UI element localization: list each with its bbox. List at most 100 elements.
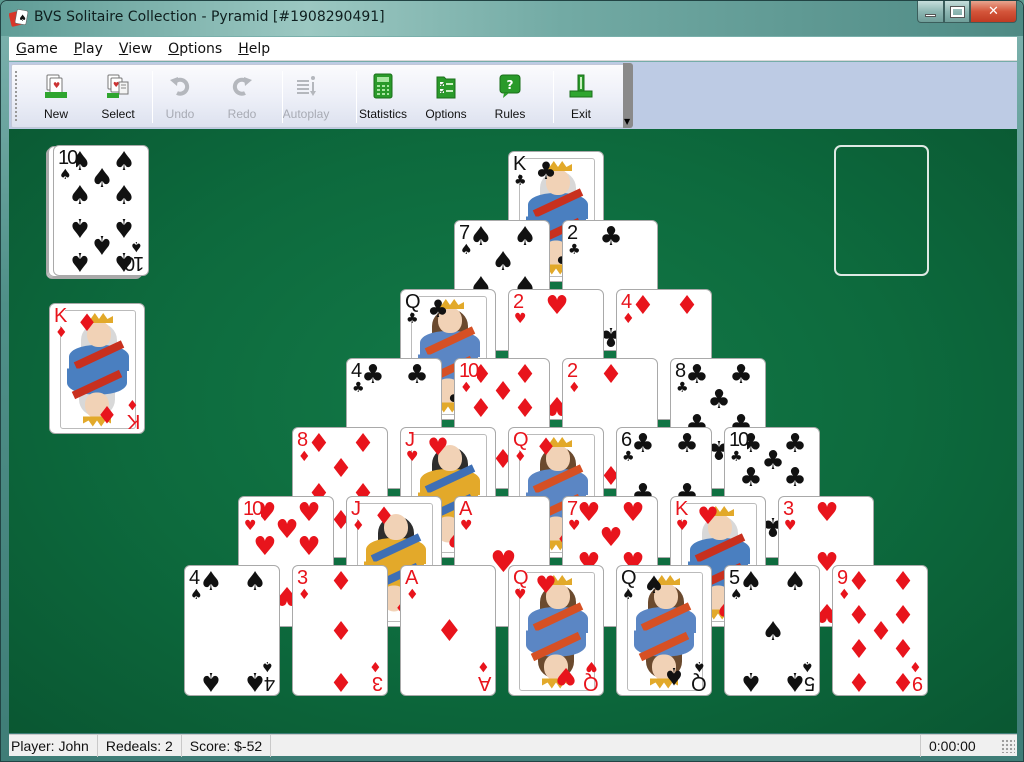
- exit-label: Exit: [570, 107, 591, 121]
- spades-icon: ♠: [190, 587, 203, 603]
- spades-pip-icon: ♠: [513, 221, 537, 252]
- redo-icon: [229, 73, 255, 99]
- card-rank: Q: [513, 429, 529, 451]
- spades-pip-icon: ♠: [643, 571, 665, 599]
- diamonds-icon: ♦: [369, 658, 382, 674]
- hearts-pip-icon: ♥: [815, 497, 839, 528]
- undo-icon: [167, 73, 193, 99]
- spades-icon: ♠: [261, 658, 274, 674]
- app-icon: ♠: [9, 9, 29, 27]
- options-icon: [433, 73, 459, 99]
- diamonds-pip-icon: ♦: [847, 666, 871, 696]
- menu-label: elp: [248, 40, 271, 57]
- rules-icon: ?: [497, 73, 523, 99]
- hearts-pip-icon: ♥: [427, 433, 449, 461]
- menu-accelerator: H: [238, 40, 249, 57]
- diamonds-pip-icon: ♦: [847, 632, 871, 663]
- diamonds-icon: ♦: [55, 325, 68, 341]
- menu-play[interactable]: Play: [73, 41, 104, 57]
- hearts-icon: ♥: [244, 518, 257, 534]
- minimize-icon: [925, 14, 936, 17]
- card-rank: 10: [58, 147, 78, 169]
- minimize-button[interactable]: [917, 1, 944, 23]
- spades-pip-icon: ♠: [491, 246, 515, 277]
- pyramid-card-r7-c2[interactable]: ♦ ♦ ♦ 3 ♦ 3 ♦: [292, 565, 388, 696]
- menu-label: iew: [128, 40, 153, 57]
- card-rank: 3: [373, 672, 383, 694]
- pyramid-card-r7-c3[interactable]: ♦ A ♦ A ♦: [400, 565, 496, 696]
- select-button[interactable]: ♥ Select: [88, 65, 148, 127]
- autoplay-icon: [293, 73, 319, 99]
- card-rank: 10: [459, 360, 479, 382]
- redo-button[interactable]: Redo: [212, 65, 272, 127]
- menu-label: lay: [82, 40, 103, 57]
- card-rank: 4: [621, 291, 632, 313]
- toolbar-separator: [282, 71, 283, 123]
- clubs-pip-icon: ♣: [729, 359, 753, 390]
- pyramid-card-r7-c4[interactable]: ♥ ♥ Q ♥ Q ♥: [508, 565, 604, 696]
- card-rank: 4: [265, 672, 275, 694]
- hearts-pip-icon: ♥: [599, 522, 623, 553]
- diamonds-pip-icon: ♦: [96, 400, 118, 428]
- card-rank: 2: [567, 222, 578, 244]
- card-rank: Q: [513, 567, 529, 589]
- status-score: Score: $-52: [182, 734, 272, 757]
- svg-text:♥: ♥: [53, 81, 60, 90]
- menu-options[interactable]: Options: [167, 41, 223, 57]
- diamonds-pip-icon: ♦: [329, 566, 353, 597]
- diamonds-pip-icon: ♦: [891, 632, 915, 663]
- autoplay-button[interactable]: Autoplay: [276, 65, 336, 127]
- card-rank: 9: [913, 672, 923, 694]
- card-rank: K: [513, 153, 526, 175]
- status-player: Player: John: [9, 734, 98, 757]
- hearts-icon: ♥: [406, 449, 419, 465]
- title-bar[interactable]: ♠ BVS Solitaire Collection - Pyramid [#1…: [1, 1, 1023, 36]
- svg-text:?: ?: [507, 78, 514, 92]
- select-label: Select: [101, 107, 135, 121]
- card-rank: 8: [297, 429, 308, 451]
- clubs-pip-icon: ♣: [707, 384, 731, 415]
- card-rank: 10: [125, 252, 144, 274]
- diamonds-pip-icon: ♦: [329, 453, 353, 484]
- pyramid-card-r7-c6[interactable]: ♠ ♠ ♠ ♠ ♠ 5 ♠ 5 ♠: [724, 565, 820, 696]
- card-rank: K: [54, 305, 67, 327]
- pyramid-card-r7-c5[interactable]: ♠ ♠ Q ♠ Q ♠: [616, 565, 712, 696]
- clubs-pip-icon: ♣: [675, 428, 699, 459]
- spades-pip-icon: ♠: [739, 666, 763, 696]
- resize-grip[interactable]: [1001, 738, 1015, 753]
- clubs-pip-icon: ♣: [405, 359, 429, 390]
- spades-icon: ♠: [801, 658, 814, 674]
- new-button[interactable]: ♥ New: [26, 65, 86, 127]
- statistics-button[interactable]: Statistics: [353, 65, 413, 127]
- select-game-icon: ♥: [105, 73, 131, 99]
- waste-pile[interactable]: ♦ ♦ K ♦ K ♦: [49, 303, 145, 434]
- undo-button[interactable]: Undo: [150, 65, 210, 127]
- pyramid-card-r7-c1[interactable]: ♠ ♠ ♠ ♠ 4 ♠ 4 ♠: [184, 565, 280, 696]
- autoplay-label: Autoplay: [282, 107, 330, 121]
- toolbar-overflow-button[interactable]: ▼: [623, 63, 633, 128]
- stock-pile[interactable]: ♠ ♠ ♠ ♠ ♠ ♠ ♠ ♠ ♠ ♠ 10 ♠ 10 ♠: [53, 145, 149, 276]
- card-rank: 5: [805, 672, 815, 694]
- maximize-button[interactable]: [944, 1, 970, 23]
- diamonds-icon: ♦: [909, 658, 922, 674]
- card-rank: K: [128, 410, 140, 432]
- diamonds-pip-icon: ♦: [329, 616, 353, 647]
- toolbar: ♥ New ♥ Select Undo Redo Autoplay Statistics Opt…: [11, 64, 632, 128]
- menu-game[interactable]: Game: [15, 41, 59, 57]
- hearts-icon: ♥: [514, 587, 527, 603]
- spades-pip-icon: ♠: [761, 616, 785, 647]
- foundation-slot[interactable]: [834, 145, 929, 276]
- hearts-icon: ♥: [676, 518, 689, 534]
- menu-accelerator: V: [118, 40, 129, 57]
- options-button[interactable]: Options: [416, 65, 476, 127]
- rules-button[interactable]: ? Rules: [480, 65, 540, 127]
- spades-pip-icon: ♠: [112, 180, 136, 211]
- card-rank: Q: [621, 567, 637, 589]
- close-button[interactable]: ✕: [970, 1, 1017, 23]
- toolbar-grip[interactable]: [15, 71, 17, 123]
- diamonds-icon: ♦: [352, 518, 365, 534]
- menu-help[interactable]: Help: [237, 41, 271, 57]
- pyramid-card-r7-c7[interactable]: ♦ ♦ ♦ ♦ ♦ ♦ ♦ ♦ ♦ 9 ♦ 9 ♦: [832, 565, 928, 696]
- menu-view[interactable]: View: [118, 41, 153, 57]
- exit-button[interactable]: Exit: [551, 65, 611, 127]
